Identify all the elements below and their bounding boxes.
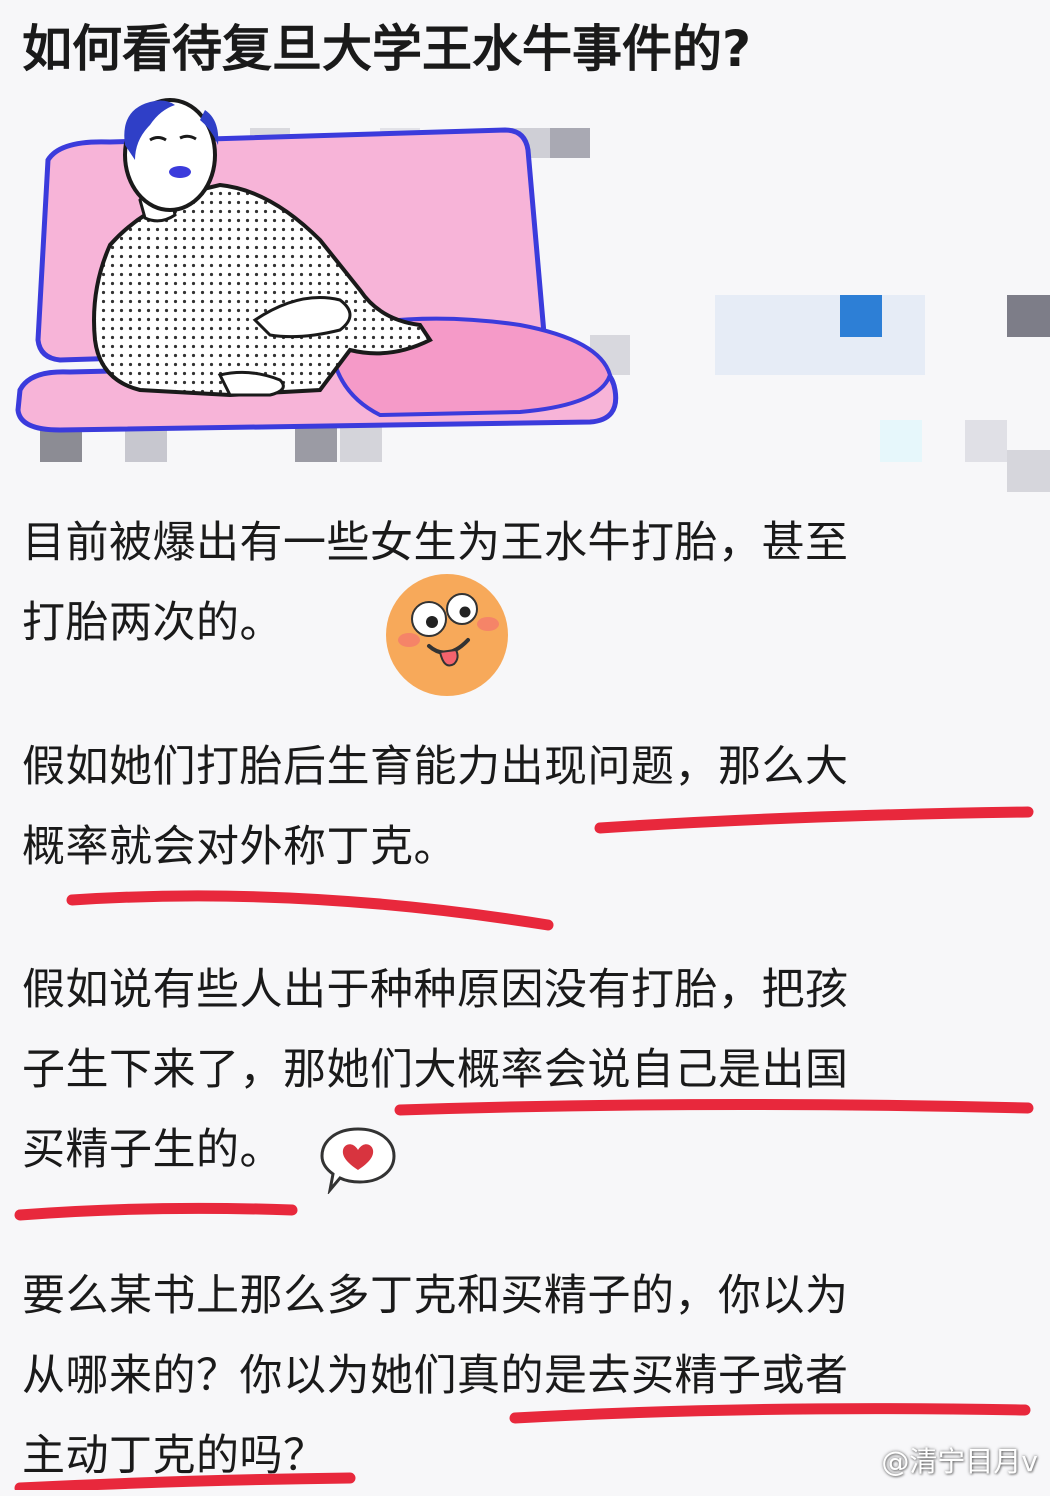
underline-mark	[14, 1202, 298, 1221]
paragraph-1: 目前被爆出有一些女生为王水牛打胎，甚至 打胎两次的。	[22, 503, 1032, 663]
paragraph-line: 要么某书上那么多丁克和买精子的，你以为	[22, 1271, 849, 1321]
paragraph-line: 打胎两次的。	[22, 598, 283, 648]
weibo-watermark: @清宁目月v	[881, 1445, 1038, 1478]
paragraph-line: 概率就会对外称丁克。	[22, 822, 457, 872]
underline-mark	[66, 890, 554, 931]
paragraph-3: 假如说有些人出于种种原因没有打胎，把孩 子生下来了，那她们大概率会说自己是出国 …	[22, 950, 1032, 1190]
heart-speech-bubble-icon	[318, 1124, 398, 1196]
paragraph-line: 目前被爆出有一些女生为王水牛打胎，甚至	[22, 518, 849, 568]
tongue-out-face-icon	[384, 572, 510, 698]
question-title: 如何看待复旦大学王水牛事件的?	[22, 20, 752, 78]
sofa-illustration	[0, 90, 1050, 500]
paragraph-line: 从哪来的？你以为她们真的是去买精子或者	[22, 1351, 849, 1401]
paragraph-line: 假如她们打胎后生育能力出现问题，那么大	[22, 742, 849, 792]
paragraph-line: 子生下来了，那她们大概率会说自己是出国	[22, 1045, 849, 1095]
paragraph-2: 假如她们打胎后生育能力出现问题，那么大 概率就会对外称丁克。	[22, 727, 1032, 887]
paragraph-line: 买精子生的。	[22, 1125, 283, 1175]
paragraph-line: 假如说有些人出于种种原因没有打胎，把孩	[22, 965, 849, 1015]
